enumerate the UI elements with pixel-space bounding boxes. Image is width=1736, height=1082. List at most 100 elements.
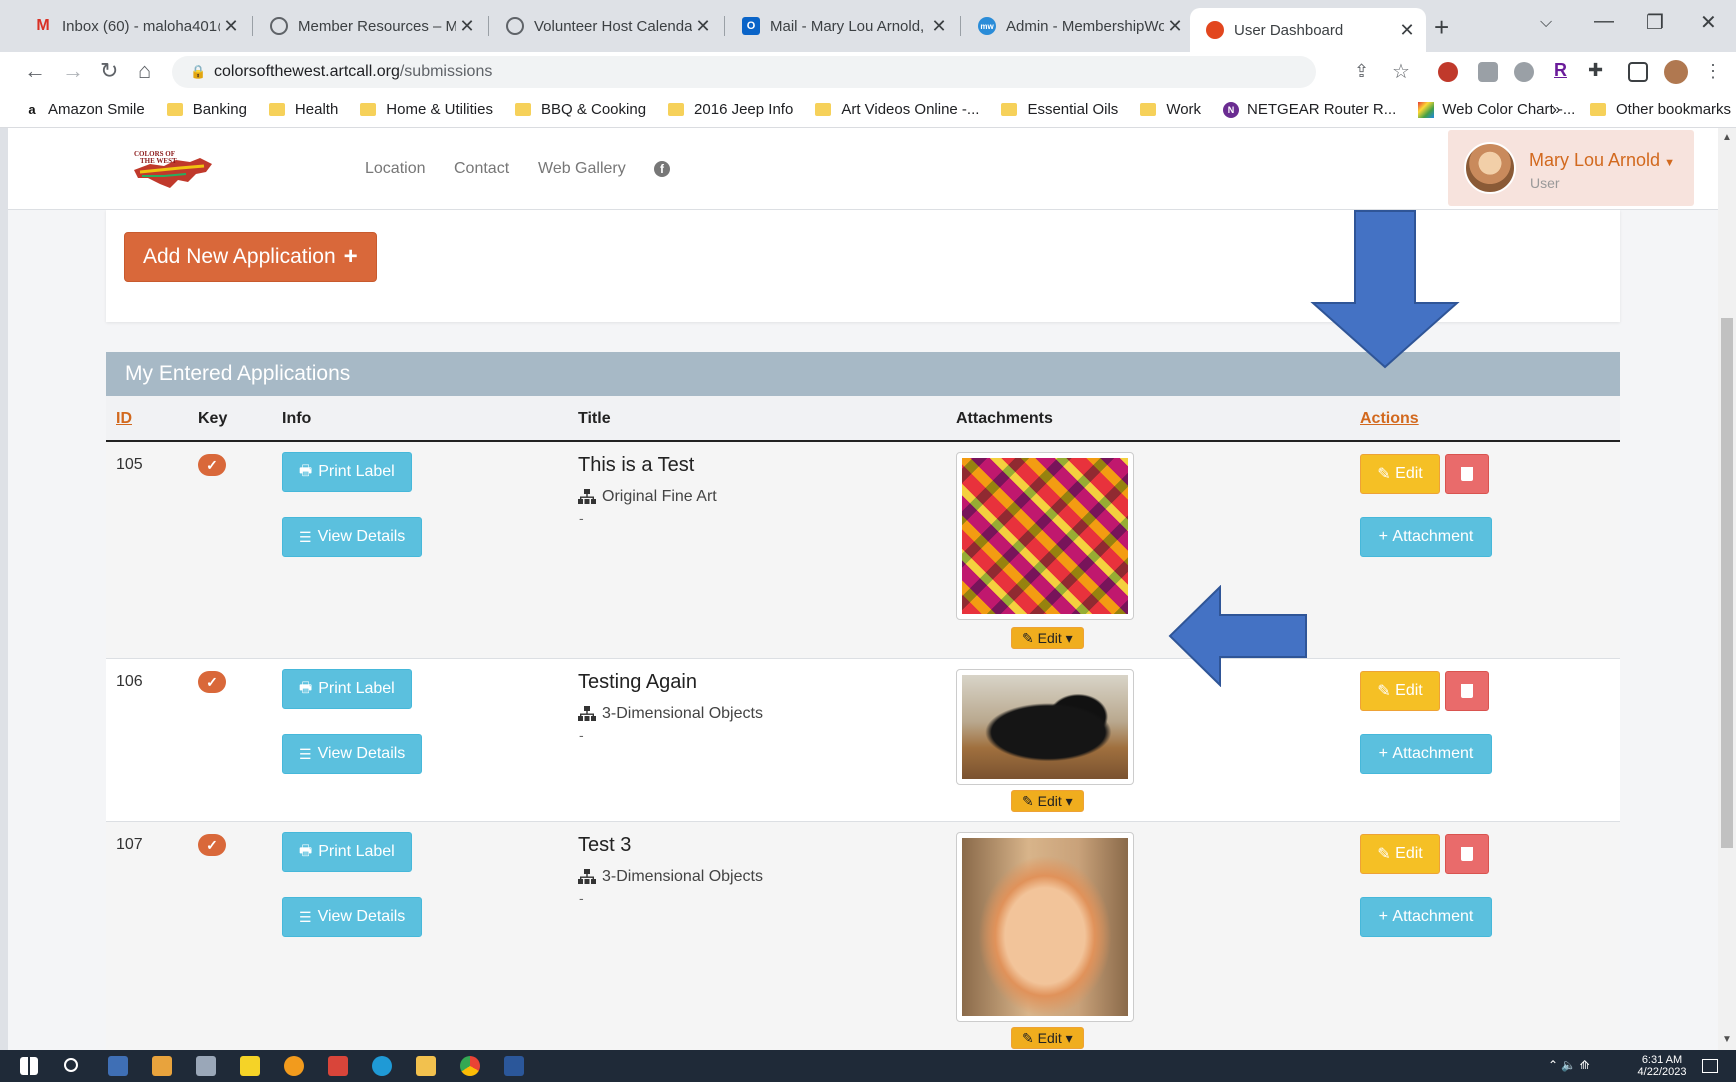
page-scrollbar[interactable]: ▲ ▼ bbox=[1718, 128, 1736, 1050]
tab-search-icon[interactable]: ⌵ bbox=[1540, 14, 1552, 32]
more-bookmarks-button[interactable]: » bbox=[1552, 101, 1560, 118]
print-label-button[interactable]: 🖶 Print Label bbox=[282, 832, 412, 872]
menu-icon[interactable]: ⋮ bbox=[1704, 61, 1722, 82]
bookmark-banking[interactable]: Banking bbox=[166, 101, 247, 118]
attachment-thumbnail[interactable] bbox=[956, 832, 1134, 1022]
minimize-button[interactable]: — bbox=[1594, 10, 1614, 33]
bookmark-health[interactable]: Health bbox=[268, 101, 338, 118]
close-icon[interactable]: ✕ bbox=[1396, 20, 1418, 41]
bookmark-home-utilities[interactable]: Home & Utilities bbox=[360, 101, 493, 118]
edit-button[interactable]: ✎ Edit bbox=[1360, 671, 1440, 711]
column-actions[interactable]: Actions bbox=[1360, 410, 1419, 428]
bookmark-work[interactable]: Work bbox=[1140, 101, 1201, 118]
attachment-thumbnail[interactable] bbox=[956, 452, 1134, 620]
nav-web-gallery[interactable]: Web Gallery bbox=[538, 160, 626, 178]
bookmark-bbq-cooking[interactable]: BBQ & Cooking bbox=[514, 101, 646, 118]
folder-icon bbox=[1001, 103, 1018, 116]
word-icon[interactable] bbox=[504, 1056, 524, 1076]
extensions-puzzle-icon[interactable]: ✚ bbox=[1588, 60, 1603, 81]
close-icon[interactable]: ✕ bbox=[692, 16, 714, 37]
nav-contact[interactable]: Contact bbox=[454, 160, 509, 178]
print-label-button[interactable]: 🖶 Print Label bbox=[282, 452, 412, 492]
view-details-button[interactable]: ☰ View Details bbox=[282, 734, 423, 774]
bookmark-jeep-info[interactable]: 2016 Jeep Info bbox=[668, 101, 793, 118]
print-label-button[interactable]: 🖶 Print Label bbox=[282, 669, 412, 709]
home-button[interactable]: ⌂ bbox=[138, 58, 151, 84]
user-menu[interactable]: Mary Lou Arnold ▼ User bbox=[1448, 130, 1694, 206]
add-attachment-button[interactable]: + Attachment bbox=[1360, 517, 1492, 557]
side-panel-icon[interactable] bbox=[1628, 62, 1648, 82]
share-icon[interactable]: ⇪ bbox=[1354, 61, 1369, 82]
bookmark-amazon-smile[interactable]: a Amazon Smile bbox=[24, 101, 144, 118]
extension-icon[interactable] bbox=[1478, 62, 1498, 82]
windows-start-icon[interactable] bbox=[20, 1057, 38, 1075]
add-attachment-button[interactable]: + Attachment bbox=[1360, 734, 1492, 774]
view-details-button[interactable]: ☰ View Details bbox=[282, 897, 423, 937]
applications-table: My Entered Applications ID Key Info Titl… bbox=[106, 352, 1620, 1050]
edit-button[interactable]: ✎ Edit bbox=[1360, 834, 1440, 874]
bookmark-essential-oils[interactable]: Essential Oils bbox=[1001, 101, 1118, 118]
file-explorer-icon[interactable] bbox=[416, 1056, 436, 1076]
reload-button[interactable]: ↻ bbox=[100, 58, 118, 84]
add-attachment-button[interactable]: + Attachment bbox=[1360, 897, 1492, 937]
profile-avatar[interactable] bbox=[1664, 60, 1688, 84]
extension-r-icon[interactable]: R bbox=[1554, 60, 1567, 81]
bookmark-art-videos[interactable]: Art Videos Online -... bbox=[815, 101, 979, 118]
close-icon[interactable]: ✕ bbox=[1164, 16, 1186, 37]
extension-icon[interactable] bbox=[1438, 62, 1458, 82]
new-tab-button[interactable]: + bbox=[1434, 12, 1449, 43]
tab-volunteer-calendar[interactable]: Volunteer Host Calendar ✕ bbox=[490, 8, 722, 44]
tab-outlook-mail[interactable]: O Mail - Mary Lou Arnold, C ✕ bbox=[726, 8, 958, 44]
app-icon[interactable] bbox=[152, 1056, 172, 1076]
edge-icon[interactable] bbox=[372, 1056, 392, 1076]
sitemap-icon bbox=[578, 706, 596, 721]
add-new-application-button[interactable]: Add New Application + bbox=[124, 232, 377, 282]
attachment-edit-dropdown[interactable]: ✎ Edit ▾ bbox=[1011, 790, 1084, 812]
key-check-icon: ✓ bbox=[198, 671, 226, 693]
scroll-down-icon[interactable]: ▼ bbox=[1722, 1034, 1732, 1045]
restore-button[interactable]: ❐ bbox=[1646, 10, 1664, 35]
clock[interactable]: 6:31 AM 4/22/2023 bbox=[1632, 1054, 1692, 1078]
app-icon[interactable] bbox=[108, 1056, 128, 1076]
extension-icon[interactable] bbox=[1514, 62, 1534, 82]
sticky-notes-icon[interactable] bbox=[240, 1056, 260, 1076]
view-details-button[interactable]: ☰ View Details bbox=[282, 517, 423, 557]
column-title: Title bbox=[578, 410, 611, 427]
tab-membershipworks-admin[interactable]: mw Admin - MembershipWor ✕ bbox=[962, 8, 1194, 44]
back-button[interactable]: ← bbox=[24, 58, 46, 84]
tab-gmail[interactable]: M Inbox (60) - maloha401@ ✕ bbox=[18, 8, 250, 44]
forward-button[interactable]: → bbox=[62, 58, 84, 84]
bookmark-star-icon[interactable]: ☆ bbox=[1392, 59, 1410, 84]
other-bookmarks[interactable]: Other bookmarks bbox=[1590, 101, 1731, 118]
scrollbar-thumb[interactable] bbox=[1721, 318, 1733, 848]
attachment-edit-dropdown[interactable]: ✎ Edit ▾ bbox=[1011, 1027, 1084, 1049]
search-icon[interactable] bbox=[64, 1058, 78, 1072]
address-bar[interactable]: 🔒 colorsofthewest.artcall.org/submission… bbox=[172, 56, 1316, 88]
delete-button[interactable] bbox=[1445, 834, 1489, 874]
edit-button[interactable]: ✎ Edit bbox=[1360, 454, 1440, 494]
notifications-icon[interactable] bbox=[1702, 1059, 1718, 1073]
nav-location[interactable]: Location bbox=[365, 160, 426, 178]
tray-icons[interactable]: ⌃ 🔈 ⟰ bbox=[1548, 1058, 1590, 1072]
tab-member-resources[interactable]: Member Resources – Mo ✕ bbox=[254, 8, 486, 44]
attachment-thumbnail[interactable] bbox=[956, 669, 1134, 785]
chrome-icon[interactable] bbox=[460, 1056, 480, 1076]
app-icon[interactable] bbox=[196, 1056, 216, 1076]
facebook-icon[interactable]: f bbox=[654, 161, 670, 177]
tab-user-dashboard[interactable]: User Dashboard ✕ bbox=[1190, 8, 1426, 52]
folder-icon bbox=[514, 103, 531, 116]
application-title: Test 3 bbox=[578, 834, 632, 856]
colors-of-the-west-logo[interactable]: COLORS OF THE WEST bbox=[130, 148, 216, 194]
delete-button[interactable] bbox=[1445, 454, 1489, 494]
app-icon[interactable] bbox=[328, 1056, 348, 1076]
scroll-up-icon[interactable]: ▲ bbox=[1722, 132, 1732, 143]
bookmark-netgear[interactable]: N NETGEAR Router R... bbox=[1223, 101, 1396, 118]
app-icon[interactable] bbox=[284, 1056, 304, 1076]
delete-button[interactable] bbox=[1445, 671, 1489, 711]
column-id[interactable]: ID bbox=[116, 410, 132, 428]
attachment-edit-dropdown[interactable]: ✎ Edit ▾ bbox=[1011, 627, 1084, 649]
close-icon[interactable]: ✕ bbox=[928, 16, 950, 37]
close-window-button[interactable]: ✕ bbox=[1700, 10, 1717, 35]
close-icon[interactable]: ✕ bbox=[456, 16, 478, 37]
close-icon[interactable]: ✕ bbox=[220, 16, 242, 37]
